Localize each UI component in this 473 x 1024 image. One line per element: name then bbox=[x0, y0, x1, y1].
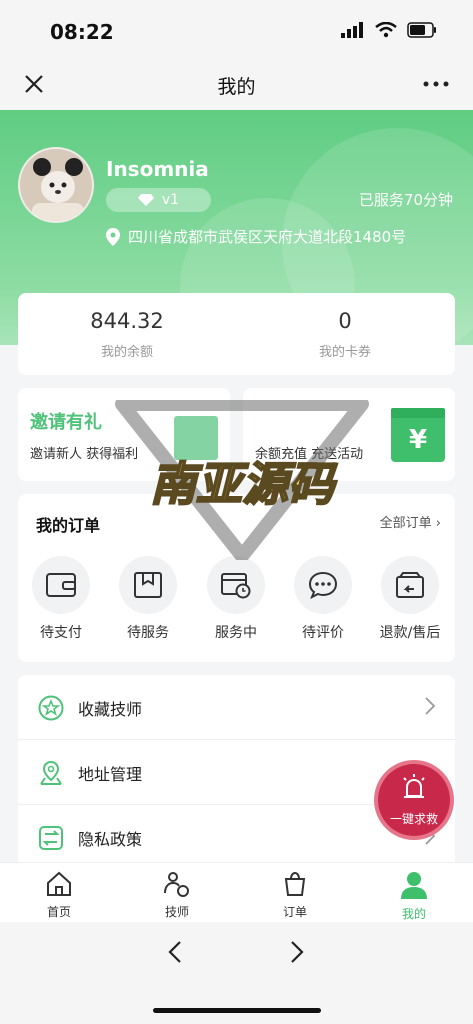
map-pin-icon bbox=[40, 760, 62, 785]
sos-label: 一键求救 bbox=[389, 812, 438, 826]
menu-item-favorite-technicians[interactable]: 收藏技师 bbox=[18, 675, 455, 740]
coupons-value: 0 bbox=[338, 309, 352, 333]
recharge-card[interactable]: 余额充值 充送活动 ¥ bbox=[243, 388, 455, 481]
balance-value: 844.32 bbox=[90, 309, 164, 333]
recharge-icon: ¥ bbox=[391, 408, 445, 462]
tab-label: 我的 bbox=[401, 907, 426, 921]
recharge-subtitle: 余额充值 充送活动 bbox=[255, 447, 364, 462]
invite-card[interactable]: 邀请有礼 邀请新人 获得福利 bbox=[18, 388, 230, 481]
level-badge: v1 bbox=[106, 188, 211, 212]
calendar-clock-icon bbox=[221, 573, 251, 599]
technician-icon bbox=[164, 872, 189, 897]
map-pin-icon bbox=[106, 227, 120, 246]
order-icon-circle bbox=[207, 556, 265, 614]
tab-label: 首页 bbox=[46, 905, 71, 919]
menu-label: 收藏技师 bbox=[78, 700, 143, 719]
wallet-icon bbox=[46, 573, 76, 597]
menu-label: 地址管理 bbox=[78, 765, 143, 784]
back-arrow-icon[interactable] bbox=[168, 940, 182, 964]
return-box-icon bbox=[396, 572, 424, 598]
username: Insomnia bbox=[106, 157, 209, 181]
orders-card: 我的订单 全部订单 › 待支付 待服务 服务中 待评价 退款/售后 bbox=[18, 494, 455, 662]
shopping-bag-icon bbox=[284, 871, 306, 896]
tab-bar: 首页 技师 订单 我的 bbox=[0, 862, 473, 922]
avatar-image bbox=[20, 149, 92, 221]
order-label: 待评价 bbox=[302, 625, 344, 641]
order-label: 退款/售后 bbox=[379, 625, 441, 641]
order-pending-service[interactable]: 待服务 bbox=[108, 556, 188, 642]
order-refund[interactable]: 退款/售后 bbox=[370, 556, 450, 642]
location-text: 四川省成都市武侯区天府大道北段1480号 bbox=[128, 228, 407, 246]
tab-orders[interactable]: 订单 bbox=[236, 871, 354, 920]
all-orders-label: 全部订单 bbox=[379, 516, 432, 531]
nav-bar: 我的 bbox=[0, 58, 473, 110]
forward-arrow-icon[interactable] bbox=[290, 940, 304, 964]
tab-technicians[interactable]: 技师 bbox=[118, 871, 236, 920]
signal-icon bbox=[341, 22, 363, 38]
order-icon-circle bbox=[32, 556, 90, 614]
status-bar: 08:22 bbox=[0, 0, 473, 58]
browser-bar bbox=[0, 922, 473, 1024]
recharge-icon-glyph: ¥ bbox=[409, 425, 427, 455]
diamond-icon bbox=[137, 194, 154, 206]
order-pending-review[interactable]: 待评价 bbox=[283, 556, 363, 642]
order-icon-circle bbox=[381, 556, 439, 614]
level-text: v1 bbox=[161, 192, 180, 208]
served-time: 已服务70分钟 bbox=[358, 191, 453, 209]
order-icon-circle bbox=[119, 556, 177, 614]
tab-label: 订单 bbox=[282, 905, 307, 919]
menu-label: 隐私政策 bbox=[78, 830, 143, 849]
more-icon[interactable] bbox=[421, 72, 451, 96]
order-label: 待支付 bbox=[40, 625, 82, 641]
alarm-icon bbox=[403, 774, 425, 798]
all-orders-link[interactable]: 全部订单 › bbox=[380, 512, 441, 531]
coupons-label: 我的卡券 bbox=[318, 345, 371, 360]
orders-title: 我的订单 bbox=[36, 516, 101, 535]
page-title: 我的 bbox=[217, 76, 256, 98]
home-indicator bbox=[153, 1008, 321, 1013]
star-circle-icon bbox=[38, 695, 64, 721]
order-pending-payment[interactable]: 待支付 bbox=[21, 556, 101, 642]
tab-mine[interactable]: 我的 bbox=[355, 871, 473, 922]
balance-stat[interactable]: 844.32 我的余额 bbox=[18, 309, 236, 360]
order-in-service[interactable]: 服务中 bbox=[196, 556, 276, 642]
avatar[interactable] bbox=[18, 147, 94, 223]
battery-icon bbox=[407, 22, 436, 38]
coupons-stat[interactable]: 0 我的卡券 bbox=[236, 309, 454, 360]
bookmark-box-icon bbox=[134, 572, 162, 598]
status-icons bbox=[341, 22, 437, 38]
status-time: 08:22 bbox=[50, 20, 114, 44]
user-icon bbox=[401, 872, 427, 899]
tab-label: 技师 bbox=[164, 905, 189, 919]
wifi-icon bbox=[375, 22, 397, 38]
location[interactable]: 四川省成都市武侯区天府大道北段1480号 bbox=[106, 226, 406, 247]
home-icon bbox=[47, 871, 71, 896]
chevron-right-icon bbox=[425, 697, 435, 715]
chevron-right-icon: › bbox=[435, 516, 441, 531]
order-icon-circle bbox=[294, 556, 352, 614]
tab-home[interactable]: 首页 bbox=[0, 871, 118, 920]
chat-bubble-icon bbox=[308, 571, 338, 599]
balance-label: 我的余额 bbox=[100, 345, 153, 360]
invite-title: 邀请有礼 bbox=[30, 412, 102, 433]
balance-card: 844.32 我的余额 0 我的卡券 bbox=[18, 293, 455, 375]
invite-subtitle: 邀请新人 获得福利 bbox=[30, 447, 139, 462]
policy-icon bbox=[39, 826, 63, 850]
order-label: 服务中 bbox=[215, 625, 257, 641]
sos-button[interactable]: 一键求救 bbox=[374, 760, 454, 840]
order-label: 待服务 bbox=[127, 625, 169, 641]
